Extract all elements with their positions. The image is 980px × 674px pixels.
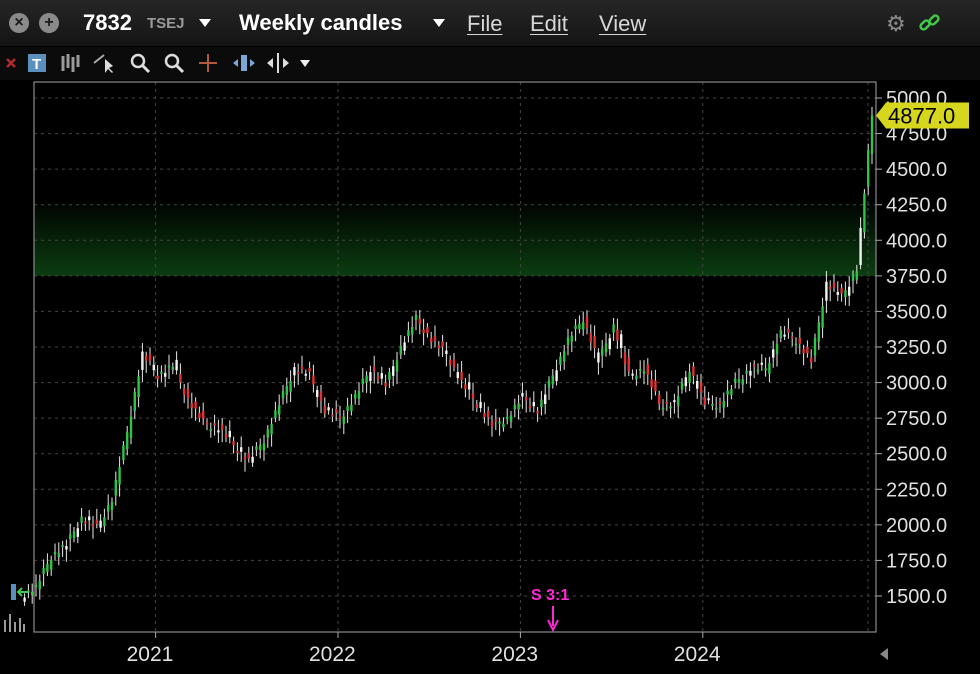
y-tick-label: 1750.0	[886, 550, 947, 572]
text-tool-icon[interactable]: T	[25, 51, 51, 75]
y-tick-label: 3500.0	[886, 301, 947, 323]
y-tick-label: 4000.0	[886, 230, 947, 252]
volume-bars	[4, 614, 25, 632]
bars-icon[interactable]	[58, 51, 84, 75]
y-tick-label: 2250.0	[886, 479, 947, 501]
zoom-in-icon[interactable]	[128, 51, 154, 75]
y-axis: 5000.04750.04500.04250.04000.03750.03500…	[876, 88, 947, 608]
close-icon[interactable]: ×	[9, 13, 29, 33]
x-tick-label: 2024	[674, 643, 721, 666]
pan-icon[interactable]	[232, 51, 258, 75]
split-icon[interactable]	[266, 51, 292, 75]
y-tick-label: 3750.0	[886, 266, 947, 288]
scroll-end-icon[interactable]	[880, 648, 888, 660]
remove-icon[interactable]	[2, 51, 22, 75]
svg-text:T: T	[32, 56, 41, 73]
candle	[23, 593, 26, 606]
gear-icon[interactable]: ⚙	[886, 11, 906, 37]
drawing-toolbar: T	[0, 47, 980, 80]
exchange-label[interactable]: TSEJ	[147, 15, 185, 32]
menu-edit[interactable]: Edit	[530, 11, 568, 37]
symbol-label[interactable]: 7832	[83, 10, 132, 36]
x-tick-label: 2023	[491, 643, 538, 666]
y-tick-label: 2000.0	[886, 515, 947, 537]
y-tick-label: 4500.0	[886, 159, 947, 181]
y-tick-label: 2750.0	[886, 408, 947, 430]
plot-area	[34, 82, 876, 632]
add-icon[interactable]: +	[39, 13, 59, 33]
link-icon[interactable]	[918, 12, 942, 36]
chevron-down-icon[interactable]	[199, 19, 211, 27]
period-selector[interactable]: Weekly candles	[239, 10, 402, 36]
x-tick-label: 2022	[309, 643, 356, 666]
x-tick-label: 2021	[127, 643, 174, 666]
zoom-out-icon[interactable]	[162, 51, 188, 75]
crosshair-icon[interactable]	[196, 51, 222, 75]
chevron-down-icon[interactable]	[433, 19, 445, 27]
last-price-label: 4877.0	[888, 104, 955, 129]
menu-file[interactable]: File	[467, 11, 502, 37]
split-annotation: S 3:1	[531, 587, 569, 604]
menu-view[interactable]: View	[599, 11, 646, 37]
y-tick-label: 1500.0	[886, 586, 947, 608]
y-tick-label: 3000.0	[886, 373, 947, 395]
candle	[31, 583, 34, 604]
scroll-start-icon[interactable]	[11, 584, 28, 600]
price-zone	[34, 197, 876, 276]
y-tick-label: 3250.0	[886, 337, 947, 359]
dropdown-icon[interactable]	[297, 51, 313, 75]
candle	[863, 189, 866, 239]
x-axis: 2021 2022 2023 2024	[127, 632, 721, 666]
price-chart[interactable]: 5000.04750.04500.04250.04000.03750.03500…	[0, 80, 980, 674]
title-bar: × + 7832 TSEJ Weekly candles File Edit V…	[0, 0, 980, 47]
cursor-icon[interactable]	[92, 51, 118, 75]
y-tick-label: 2500.0	[886, 444, 947, 466]
y-tick-label: 4250.0	[886, 195, 947, 217]
